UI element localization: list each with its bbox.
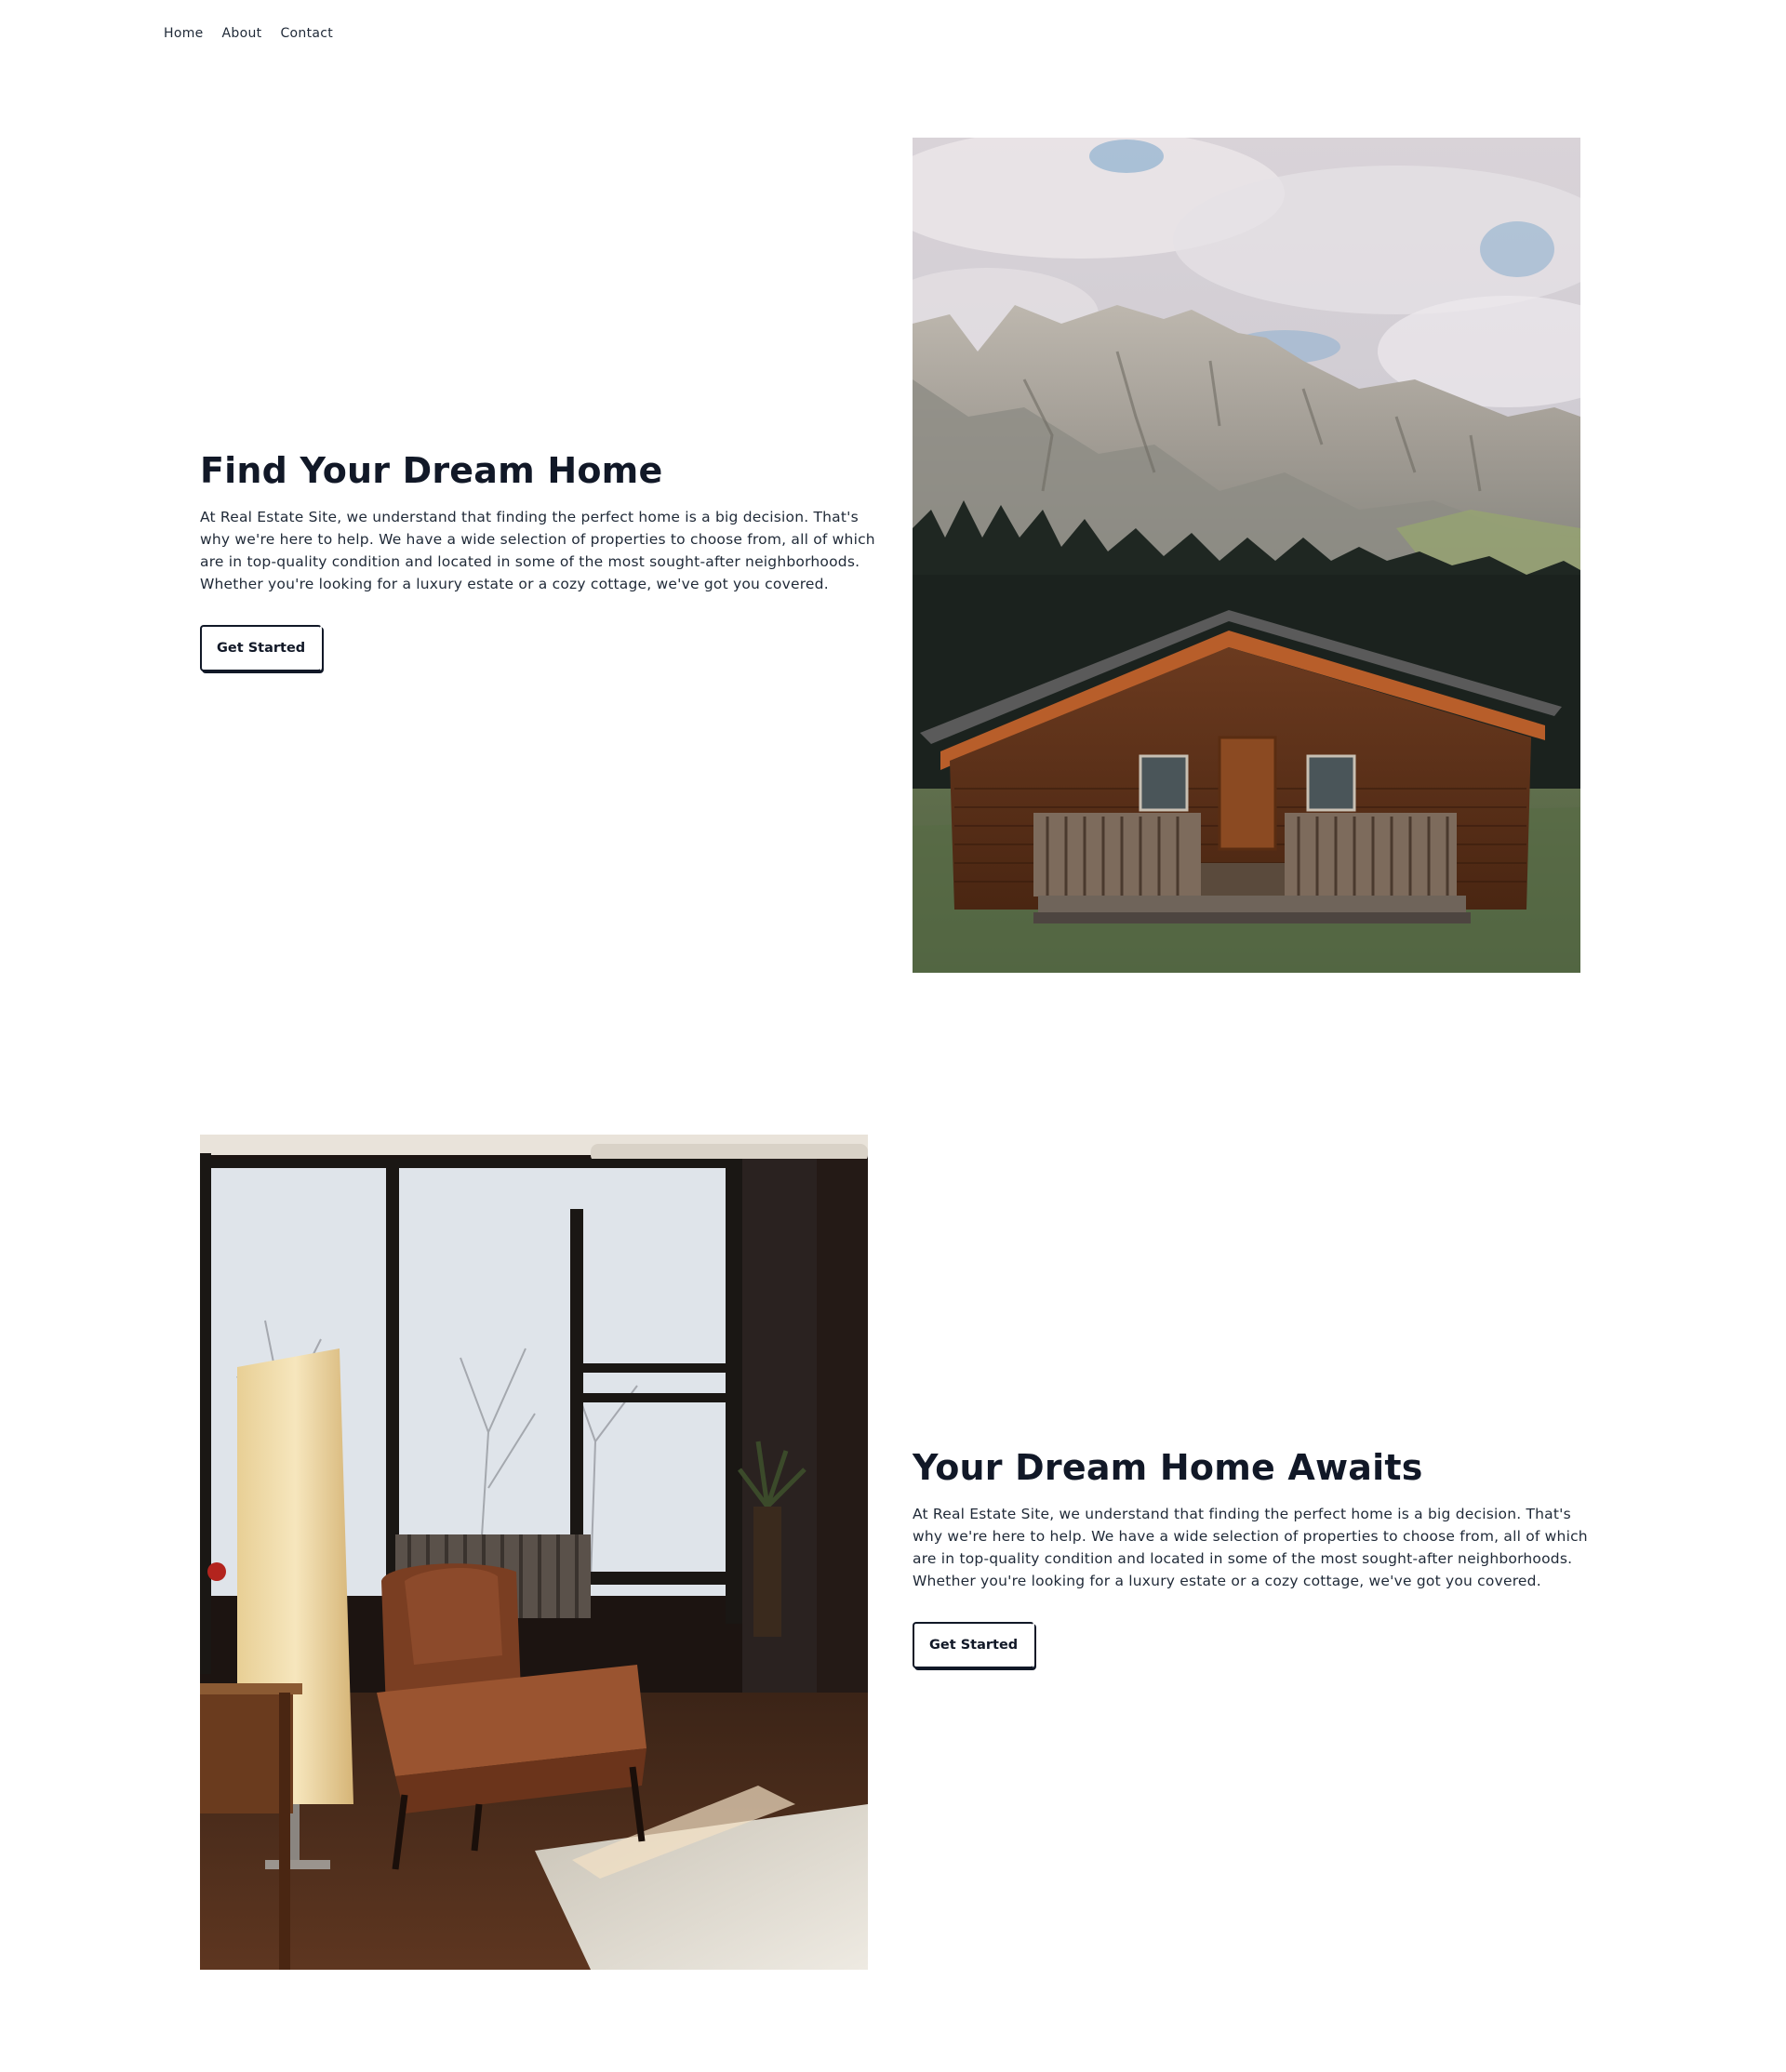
page: Home About Contact Find Your Dream Home … [0, 0, 1786, 2072]
section-1-body: At Real Estate Site, we understand that … [200, 508, 875, 592]
log-cabin-photo [913, 138, 1580, 973]
hero-section-1-text: Find Your Dream Home At Real Estate Site… [200, 450, 879, 671]
section-1-heading: Find Your Dream Home [200, 450, 663, 491]
section-2-body: At Real Estate Site, we understand that … [913, 1505, 1588, 1589]
section-2-heading: Your Dream Home Awaits [913, 1447, 1423, 1488]
hero-section-2-text: Your Dream Home Awaits At Real Estate Si… [913, 1447, 1592, 1668]
nav-contact-link[interactable]: Contact [280, 26, 333, 41]
nav-home-link[interactable]: Home [164, 26, 204, 41]
nav-about-link[interactable]: About [222, 26, 262, 41]
living-room-photo [200, 1135, 868, 1970]
top-nav: Home About Contact [164, 26, 333, 41]
section-2-get-started-button[interactable]: Get Started [913, 1621, 1035, 1668]
section-1-get-started-button[interactable]: Get Started [200, 624, 323, 671]
